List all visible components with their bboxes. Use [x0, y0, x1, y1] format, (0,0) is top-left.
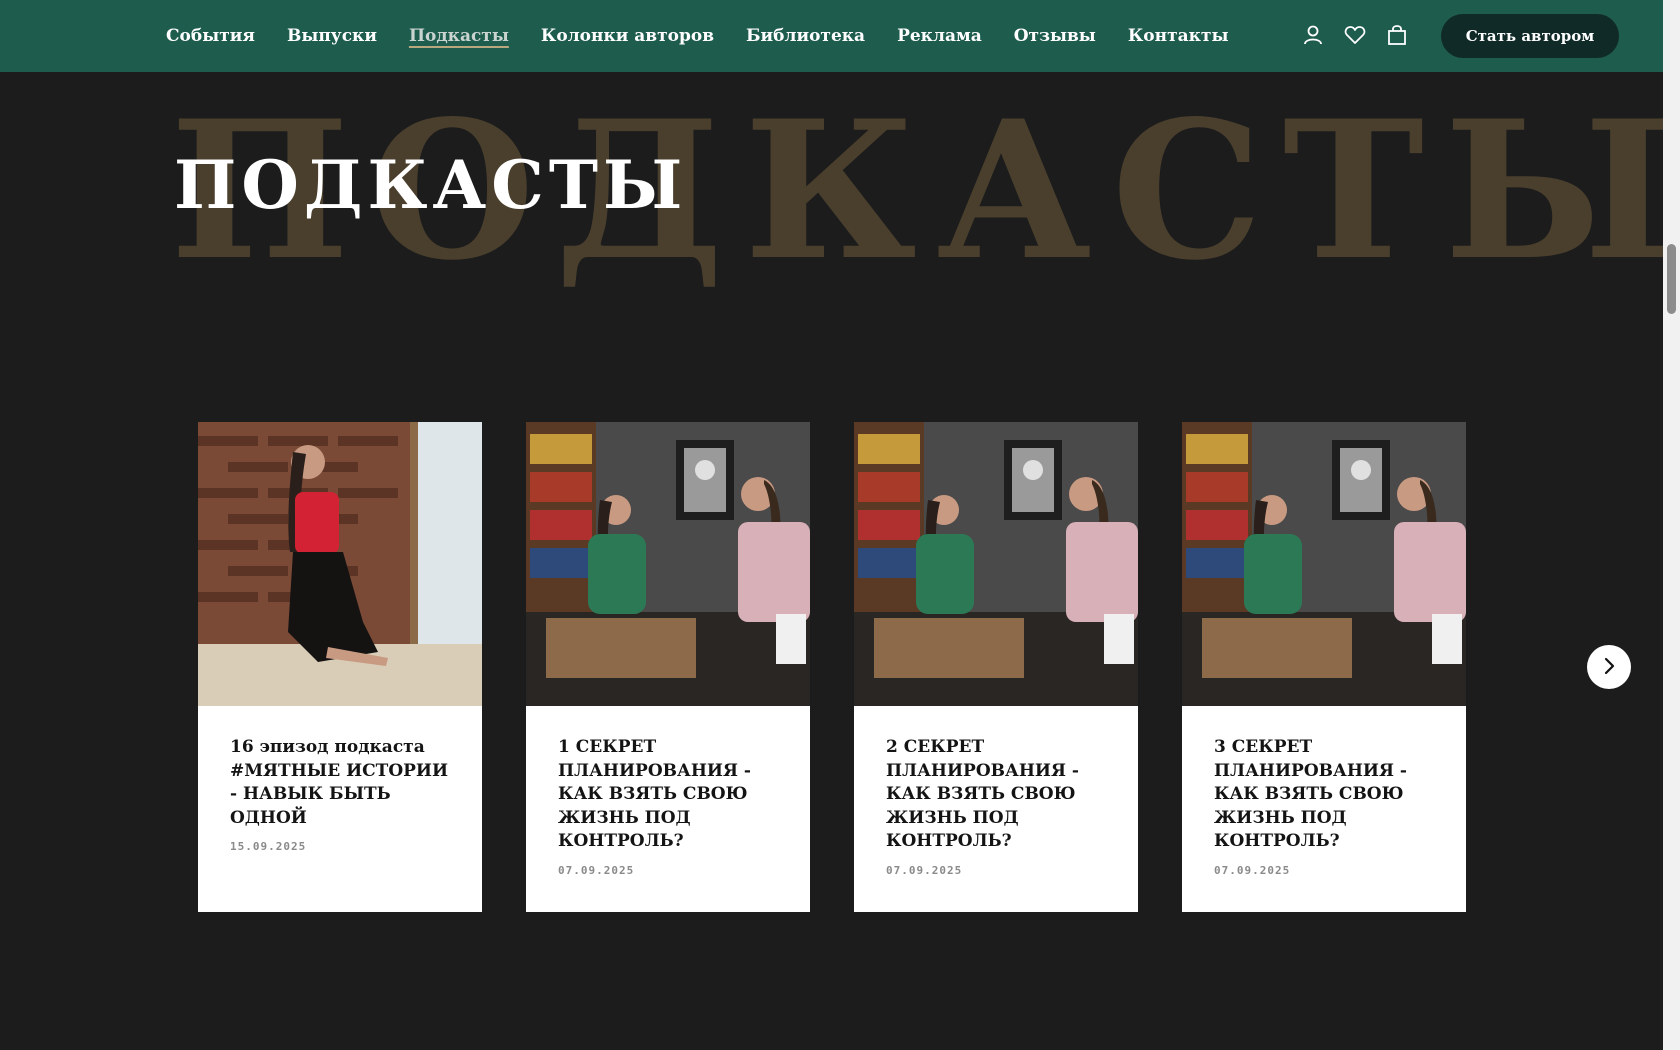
podcast-card-date: 07.09.2025 [1214, 863, 1291, 877]
podcast-cover-image[interactable] [198, 422, 482, 706]
carousel-next-button[interactable] [1587, 645, 1631, 689]
podcast-card-title[interactable]: 1 СЕКРЕТ ПЛАНИРОВАНИЯ - КАК ВЗЯТЬ СВОЮ Ж… [558, 736, 778, 854]
podcast-card-date: 07.09.2025 [886, 863, 963, 877]
nav-item-issues[interactable]: Выпуски [287, 26, 377, 46]
podcast-cover-image[interactable] [1182, 422, 1466, 706]
main-nav: События Выпуски Подкасты Колонки авторов… [166, 0, 1261, 72]
nav-item-reviews[interactable]: Отзывы [1014, 26, 1096, 46]
top-navigation-bar: События Выпуски Подкасты Колонки авторов… [0, 0, 1663, 72]
podcast-card-title[interactable]: 2 СЕКРЕТ ПЛАНИРОВАНИЯ - КАК ВЗЯТЬ СВОЮ Ж… [886, 736, 1106, 854]
podcast-cover-image[interactable] [854, 422, 1138, 706]
heart-icon[interactable] [1342, 22, 1368, 48]
podcast-card[interactable]: 1 СЕКРЕТ ПЛАНИРОВАНИЯ - КАК ВЗЯТЬ СВОЮ Ж… [526, 422, 810, 912]
chevron-right-icon [1599, 656, 1619, 679]
podcast-card[interactable]: 3 СЕКРЕТ ПЛАНИРОВАНИЯ - КАК ВЗЯТЬ СВОЮ Ж… [1182, 422, 1466, 912]
nav-item-events[interactable]: События [166, 26, 255, 46]
nav-item-author-columns[interactable]: Колонки авторов [541, 26, 714, 46]
podcast-cover-image[interactable] [526, 422, 810, 706]
page-title: ПОДКАСТЫ [174, 146, 688, 224]
podcast-card-date: 15.09.2025 [230, 840, 307, 853]
podcast-card-title[interactable]: 16 эпизод подкаста #МЯТНЫЕ ИСТОРИИ - НАВ… [230, 736, 450, 830]
nav-item-advertising[interactable]: Реклама [897, 26, 982, 46]
page-scrollbar[interactable] [1663, 0, 1680, 1050]
cart-icon[interactable] [1384, 22, 1410, 48]
nav-item-contacts[interactable]: Контакты [1128, 26, 1229, 46]
user-icon[interactable] [1300, 22, 1326, 48]
nav-item-podcasts[interactable]: Подкасты [409, 26, 509, 46]
podcast-card-title[interactable]: 3 СЕКРЕТ ПЛАНИРОВАНИЯ - КАК ВЗЯТЬ СВОЮ Ж… [1214, 736, 1434, 854]
podcast-carousel: 16 эпизод подкаста #МЯТНЫЕ ИСТОРИИ - НАВ… [198, 422, 1466, 912]
header-icons [1300, 22, 1410, 48]
become-author-button[interactable]: Стать автором [1441, 14, 1619, 58]
podcast-card[interactable]: 2 СЕКРЕТ ПЛАНИРОВАНИЯ - КАК ВЗЯТЬ СВОЮ Ж… [854, 422, 1138, 912]
podcast-card-date: 07.09.2025 [558, 863, 635, 877]
podcast-card[interactable]: 16 эпизод подкаста #МЯТНЫЕ ИСТОРИИ - НАВ… [198, 422, 482, 912]
nav-item-library[interactable]: Библиотека [746, 26, 865, 46]
scrollbar-thumb[interactable] [1667, 244, 1676, 314]
